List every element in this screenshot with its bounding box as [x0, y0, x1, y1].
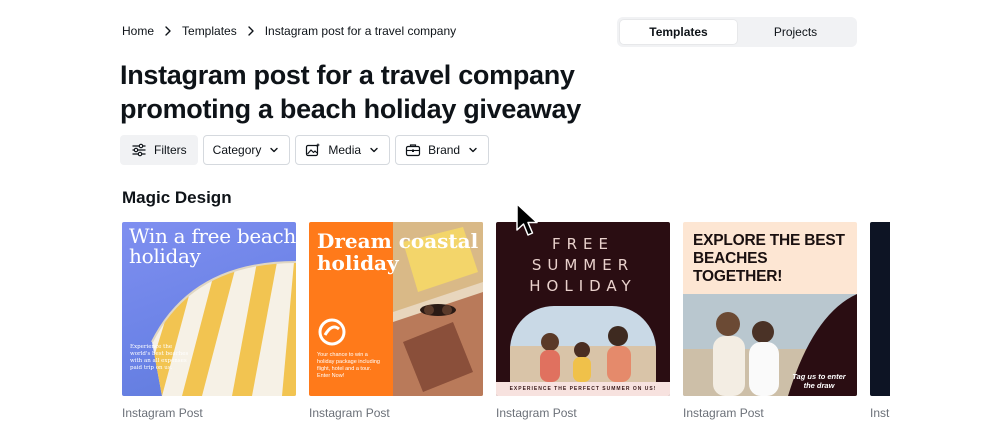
breadcrumb-home[interactable]: Home — [122, 24, 154, 38]
tab-projects[interactable]: Projects — [737, 20, 854, 44]
template-thumbnail[interactable]: Win a free beach holiday Experience the … — [122, 222, 296, 396]
breadcrumb-templates[interactable]: Templates — [182, 24, 237, 38]
template-card[interactable]: Win a free beach holiday Experience the … — [122, 222, 296, 420]
family-photo — [510, 306, 656, 382]
media-label: Media — [328, 143, 362, 157]
breadcrumb: Home Templates Instagram post for a trav… — [122, 24, 456, 38]
briefcase-icon — [405, 144, 421, 157]
brand-dropdown[interactable]: Brand — [395, 135, 490, 165]
template-thumbnail[interactable]: FREE SUMMER HOLIDAY EXPERIENCE THE PERFE… — [496, 222, 670, 396]
tab-templates[interactable]: Templates — [620, 20, 737, 44]
design-body: Your chance to win a holiday package inc… — [317, 352, 380, 379]
filters-label: Filters — [154, 143, 187, 157]
card-label: Inst — [870, 406, 890, 420]
card-label: Instagram Post — [496, 406, 577, 420]
chevron-down-icon — [370, 147, 378, 153]
card-label: Instagram Post — [122, 406, 203, 420]
category-dropdown[interactable]: Category — [202, 135, 291, 165]
template-card[interactable]: FREE SUMMER HOLIDAY EXPERIENCE THE PERFE… — [496, 222, 670, 420]
chevron-right-icon — [165, 26, 171, 36]
chevron-right-icon — [248, 26, 254, 36]
page-title: Instagram post for a travel company prom… — [120, 60, 581, 124]
design-title: Win a free beach holiday — [129, 224, 296, 268]
design-body: Experience the world's best beaches with… — [130, 344, 189, 371]
filter-bar: Filters Category Media Brand — [120, 135, 490, 165]
chevron-down-icon — [469, 147, 477, 153]
image-sparkle-icon — [306, 143, 321, 157]
design-title: Dream coastal holiday — [317, 229, 479, 275]
design-title: FREE SUMMER HOLIDAY — [529, 235, 637, 295]
media-dropdown[interactable]: Media — [295, 135, 391, 165]
card-label: Instagram Post — [309, 406, 390, 420]
sliders-icon — [132, 143, 146, 157]
template-carousel: Win a free beach holiday Experience the … — [122, 222, 890, 432]
template-card[interactable]: EXPLORE THE BEST BEACHES TOGETHER! Tag u… — [683, 222, 857, 420]
category-label: Category — [212, 143, 262, 157]
mouse-cursor-icon — [516, 203, 538, 236]
template-thumbnail[interactable]: Dream coastal holiday Your chance to win… — [309, 222, 483, 396]
logo-mark-icon — [318, 318, 346, 346]
brand-label: Brand — [428, 143, 461, 157]
template-card[interactable]: Inst — [870, 222, 890, 420]
breadcrumb-current: Instagram post for a travel company — [264, 24, 457, 38]
chevron-down-icon — [270, 147, 279, 153]
template-card[interactable]: Dream coastal holiday Your chance to win… — [309, 222, 483, 420]
card-label: Instagram Post — [683, 406, 764, 420]
design-cta: Tag us to enter the draw — [792, 372, 846, 390]
view-toggle: Templates Projects — [617, 17, 857, 47]
design-strip: EXPERIENCE THE PERFECT SUMMER ON US! — [496, 382, 670, 396]
filters-button[interactable]: Filters — [120, 135, 198, 165]
template-thumbnail[interactable] — [870, 222, 890, 396]
design-title: EXPLORE THE BEST BEACHES TOGETHER! — [693, 232, 845, 285]
template-thumbnail[interactable]: EXPLORE THE BEST BEACHES TOGETHER! Tag u… — [683, 222, 857, 396]
section-title: Magic Design — [122, 188, 232, 207]
